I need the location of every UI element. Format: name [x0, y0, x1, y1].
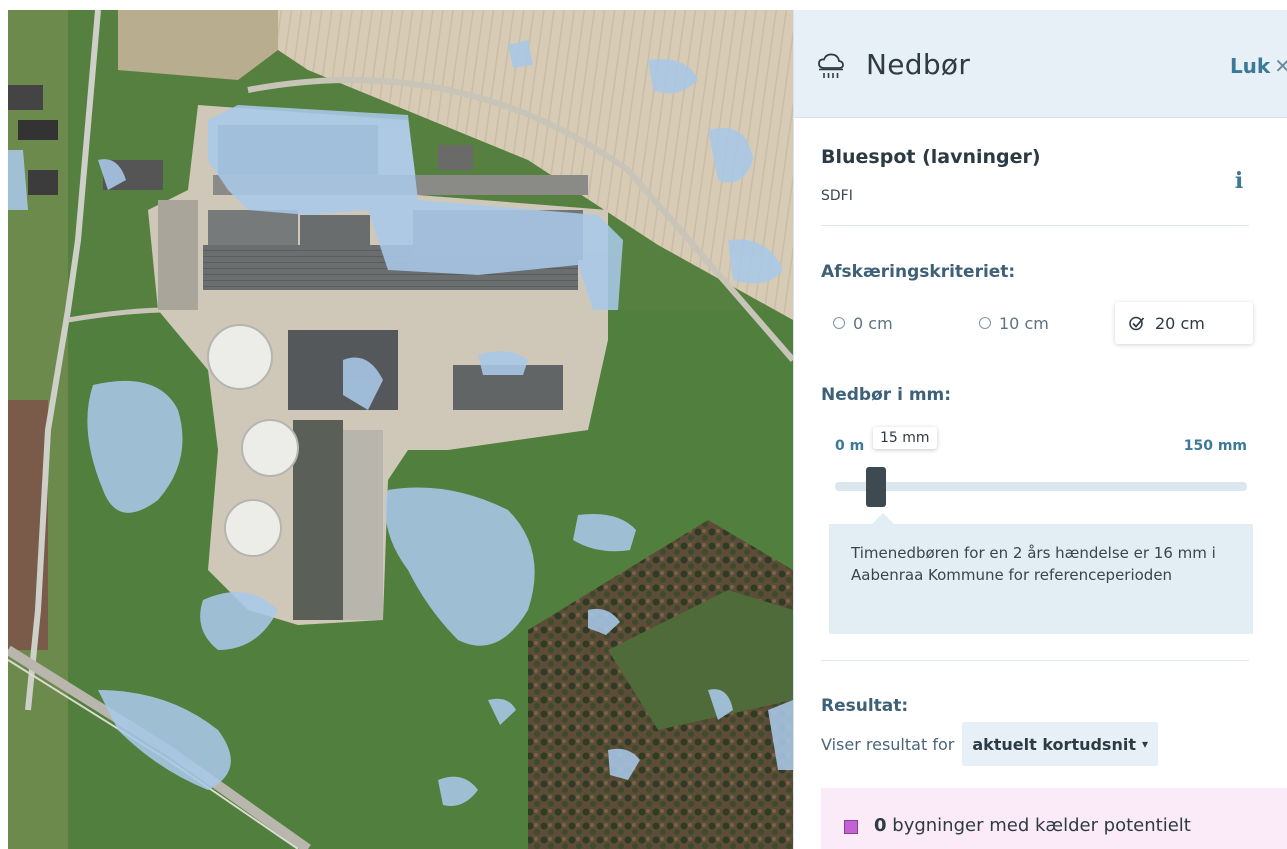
result-item: 0 bygninger med kælder potentielt [821, 788, 1287, 849]
result-prefix: Viser resultat for [821, 734, 955, 754]
result-label: Resultat: [821, 696, 909, 716]
radio-label: 0 cm [853, 313, 893, 333]
radio-circle-icon [833, 317, 845, 329]
silo [224, 499, 282, 557]
check-circle-icon [1129, 316, 1145, 331]
rain-label: Nedbør i mm: [821, 385, 952, 405]
divider [821, 225, 1249, 226]
radio-label: 10 cm [999, 313, 1049, 333]
rain-info-box: Timenedbøren for en 2 års hændelse er 16… [829, 513, 1253, 634]
radio-circle-icon [979, 317, 991, 329]
slider-value-tooltip: 15 mm [873, 427, 937, 449]
silo [241, 419, 299, 477]
radio-10cm[interactable]: 10 cm [979, 302, 1049, 344]
radio-0cm[interactable]: 0 cm [833, 302, 893, 344]
layer-source: SDFI [821, 188, 853, 204]
divider [821, 660, 1249, 661]
info-icon[interactable]: i [1229, 168, 1249, 194]
map-view[interactable] [8, 10, 793, 849]
rain-slider-thumb[interactable] [866, 467, 887, 507]
chevron-down-icon: ▾ [1141, 737, 1149, 751]
dropdown-value: aktuelt kortudsnit [972, 734, 1136, 754]
radio-20cm[interactable]: 20 cm [1115, 302, 1253, 344]
silo [207, 324, 273, 390]
criteria-label: Afskæringskriteriet: [821, 262, 1016, 282]
rain-info-text: Timenedbøren for en 2 års hændelse er 16… [851, 544, 1216, 584]
close-label: Luk [1229, 54, 1271, 78]
slider-min-label: 0 m [835, 438, 865, 454]
radio-label: 20 cm [1155, 313, 1205, 333]
close-button[interactable]: Luk✕ [1230, 54, 1287, 78]
aerial-map[interactable] [8, 10, 793, 849]
close-icon: ✕ [1274, 54, 1287, 78]
panel-title: Nedbør [866, 48, 971, 81]
slider-max-label: 150 mm [1183, 438, 1247, 454]
result-scope-dropdown[interactable]: aktuelt kortudsnit ▾ [962, 722, 1159, 766]
criteria-options: 0 cm 10 cm 20 cm [821, 302, 1257, 344]
layer-title: Bluespot (lavninger) [821, 146, 1041, 168]
rain-cloud-icon [818, 53, 844, 78]
result-text: 0 bygninger med kælder potentielt [874, 815, 1191, 836]
panel-header: Nedbør Luk✕ [794, 10, 1287, 118]
legend-swatch-icon [844, 820, 858, 834]
result-description: bygninger med kælder potentielt [892, 815, 1191, 836]
result-scope-row: Viser resultat for aktuelt kortudsnit ▾ [821, 722, 1159, 766]
rain-slider-track[interactable] [835, 482, 1247, 491]
side-panel: Nedbør Luk✕ Bluespot (lavninger) SDFI i … [793, 10, 1287, 849]
result-count: 0 [874, 815, 887, 836]
